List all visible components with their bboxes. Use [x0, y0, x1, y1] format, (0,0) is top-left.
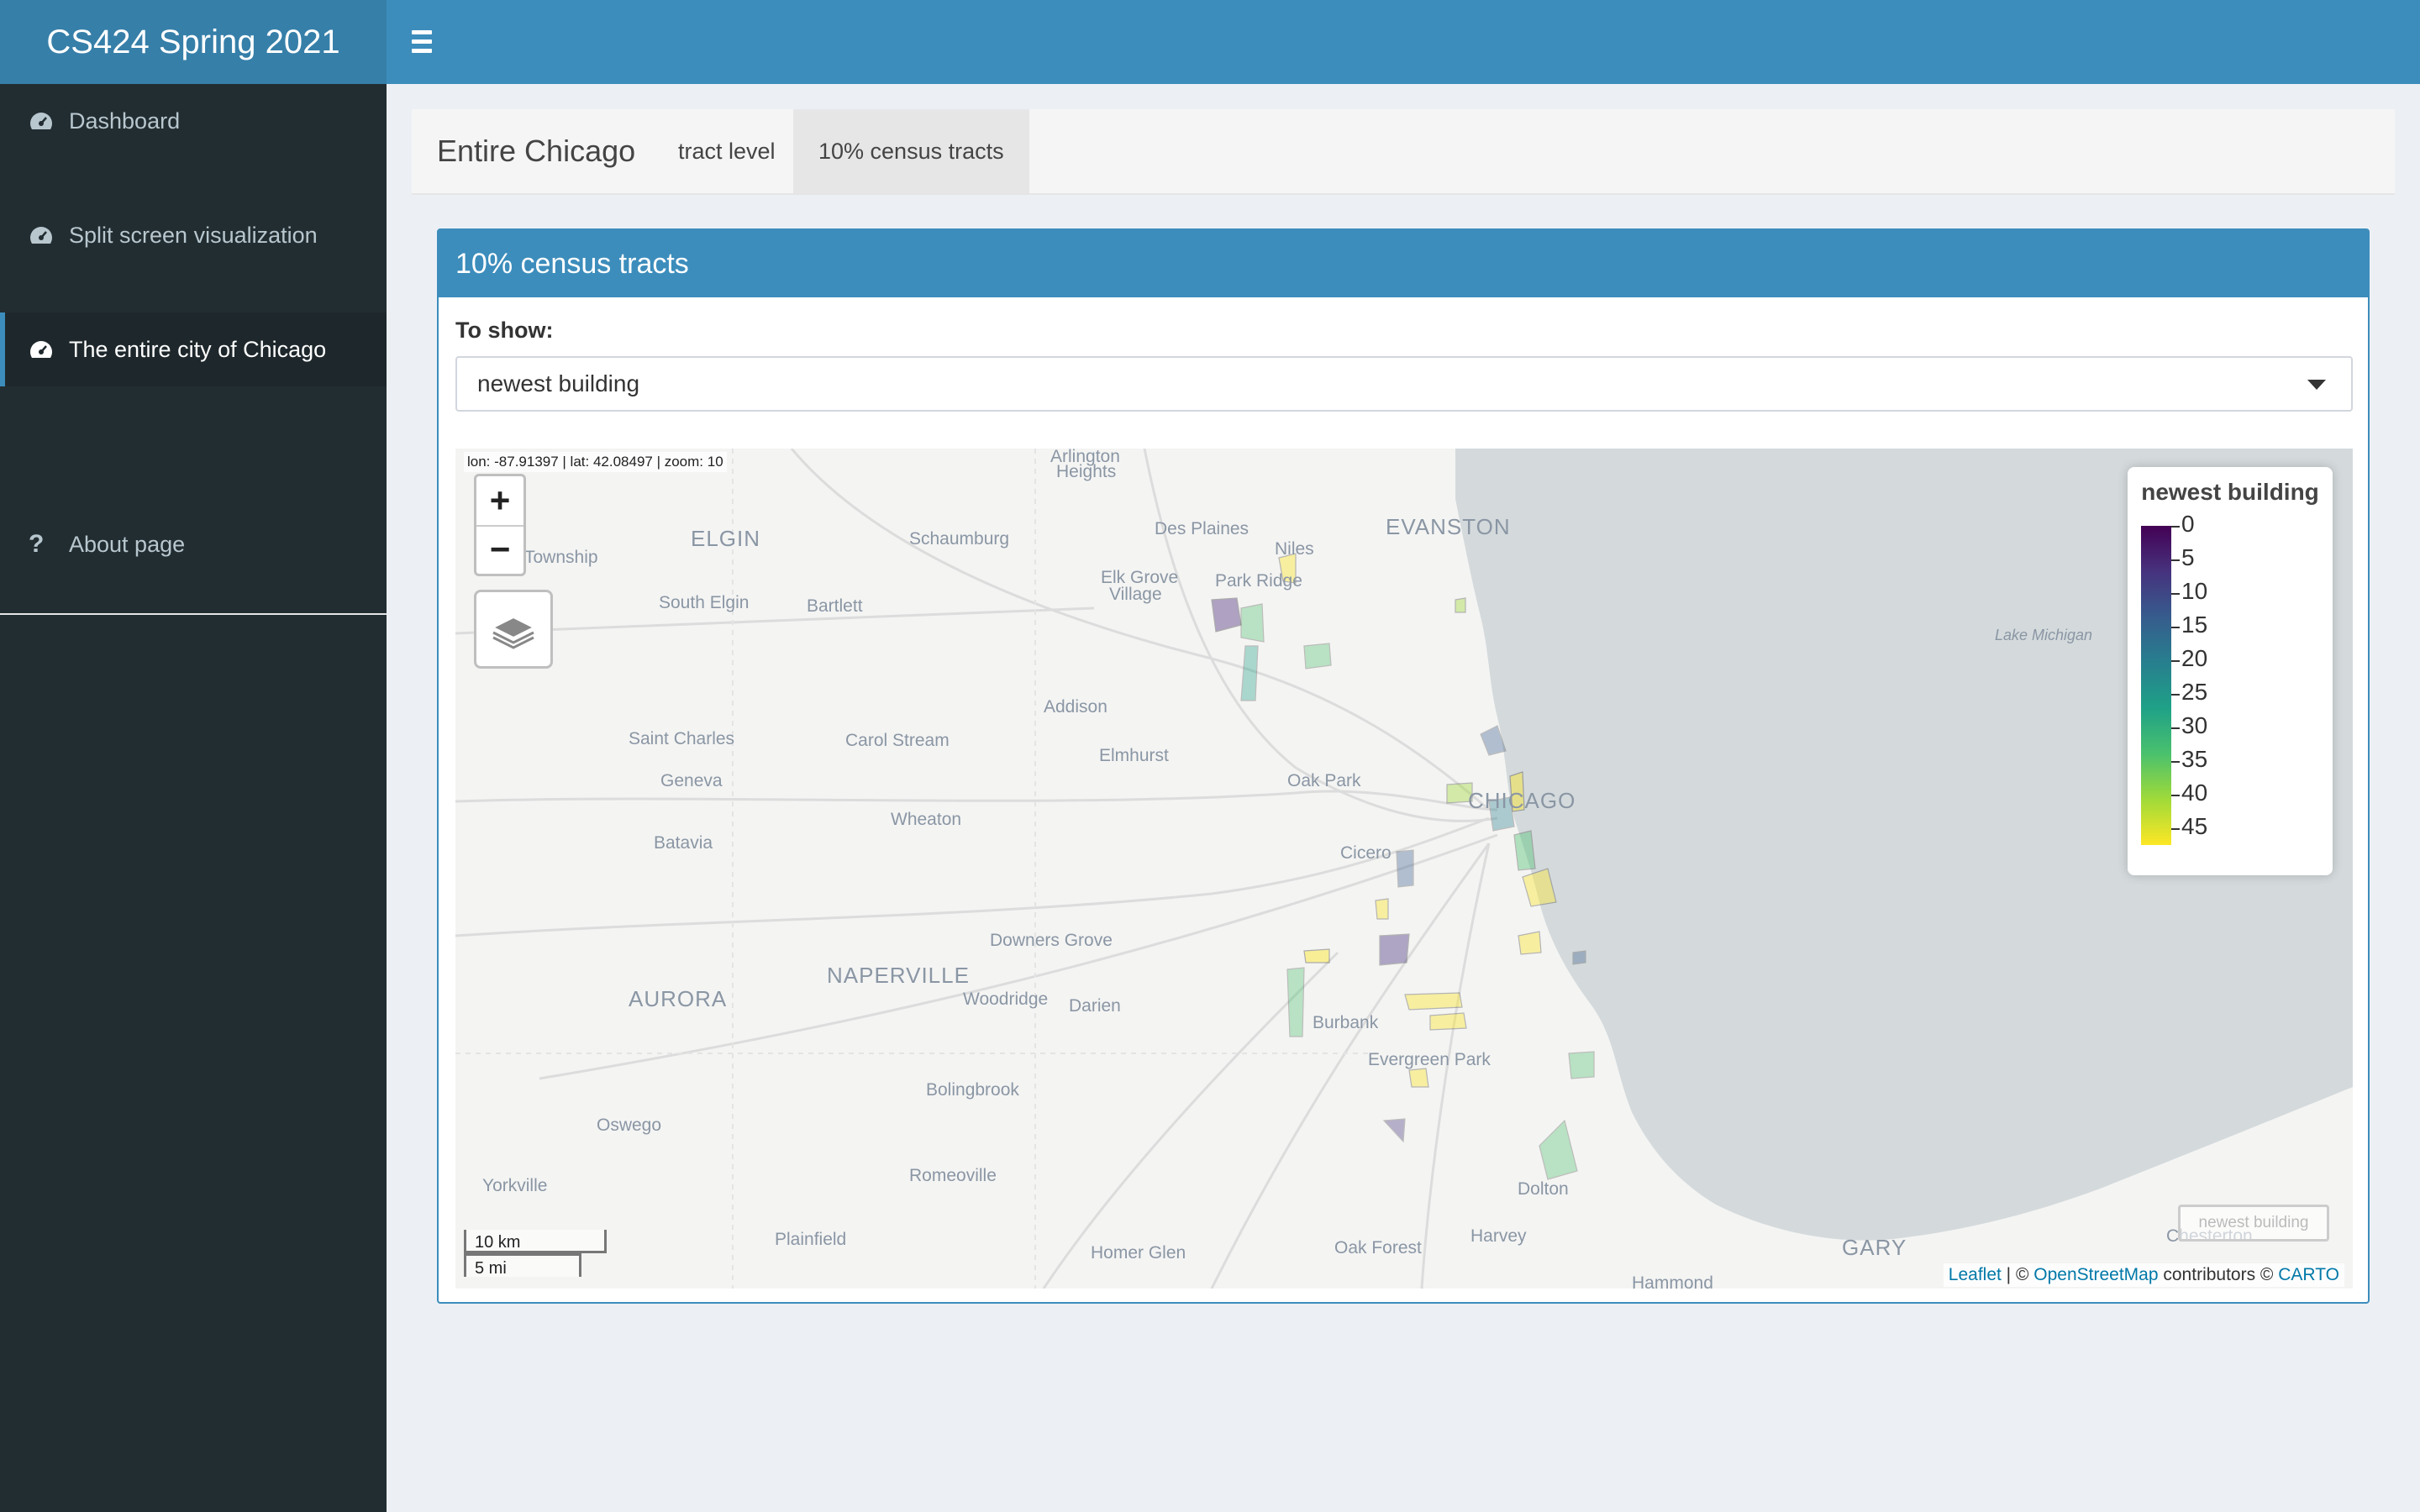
- place-label: Bolingbrook: [926, 1080, 1019, 1100]
- tab-10-percent-census-tracts[interactable]: 10% census tracts: [793, 109, 1029, 193]
- place-label: South Elgin: [659, 593, 750, 612]
- sidebar-divider: [0, 613, 387, 615]
- place-label: Des Plaines: [1155, 519, 1249, 538]
- legend-tick-label: 40: [2181, 780, 2208, 806]
- sidebar-item-dashboard[interactable]: Dashboard: [0, 84, 387, 158]
- tabbox: Entire Chicago tract level 10% census tr…: [412, 109, 2395, 195]
- place-label: Hammond: [1632, 1273, 1713, 1289]
- attribution-text: contributors ©: [2158, 1265, 2279, 1284]
- place-label: Woodridge: [963, 990, 1049, 1009]
- dashboard-icon: [29, 312, 59, 386]
- chevron-down-icon: [2307, 380, 2326, 390]
- top-navbar: [387, 0, 2420, 84]
- sidebar-item-entire-city[interactable]: The entire city of Chicago: [0, 312, 387, 386]
- place-label: Lake Michigan: [1995, 627, 2093, 643]
- legend-tick-label: 20: [2181, 645, 2208, 671]
- app-title[interactable]: CS424 Spring 2021: [0, 0, 387, 84]
- dashboard-icon: [29, 84, 59, 158]
- place-label: Plainfield: [775, 1230, 847, 1249]
- sidebar-item-label: Split screen visualization: [69, 223, 318, 248]
- place-label: Dolton: [1518, 1179, 1569, 1199]
- place-label: Park Ridge: [1215, 571, 1302, 591]
- place-label: Downers Grove: [990, 931, 1113, 950]
- map-basemap: [455, 449, 2353, 1289]
- select-value: newest building: [477, 370, 640, 396]
- legend-color-bar: [2141, 526, 2171, 845]
- place-label: ELGIN: [691, 526, 761, 551]
- map-scale: 10 km 5 mi: [464, 1230, 607, 1278]
- legend-tick-label: 10: [2181, 578, 2208, 604]
- place-label: Batavia: [654, 833, 713, 853]
- place-label: Village: [1109, 585, 1162, 604]
- place-label: Addison: [1044, 697, 1107, 717]
- dashboard-icon: [29, 198, 59, 272]
- place-label: Harvey: [1470, 1226, 1527, 1246]
- place-label: AURORA: [629, 986, 728, 1011]
- minimap-toggle-button[interactable]: newest building: [2178, 1205, 2329, 1242]
- place-label: Oak Park: [1287, 771, 1361, 790]
- legend-tick-label: 5: [2181, 544, 2195, 570]
- place-label: Elmhurst: [1099, 746, 1169, 765]
- place-label: Darien: [1069, 996, 1121, 1016]
- place-label: GARY: [1842, 1235, 1907, 1260]
- sidebar-item-label: About page: [69, 532, 186, 557]
- place-label: Burbank: [1313, 1013, 1379, 1032]
- place-label: Geneva: [660, 771, 723, 790]
- place-label: Heights: [1056, 462, 1117, 481]
- place-label: Homer Glen: [1091, 1243, 1186, 1263]
- legend-tick-label: 35: [2181, 746, 2208, 772]
- zoom-in-button[interactable]: +: [476, 476, 523, 527]
- place-label: CHICAGO: [1468, 788, 1576, 813]
- scale-imperial: 5 mi: [464, 1253, 581, 1278]
- question-icon: ?: [29, 530, 45, 558]
- place-label: Niles: [1275, 539, 1314, 559]
- legend-tick-label: 0: [2181, 511, 2195, 537]
- legend-ticks: 0 5 10 15 20 25 30 35 40 45: [2171, 511, 2323, 862]
- sidebar-item-label: Dashboard: [69, 108, 181, 134]
- legend-tick-label: 15: [2181, 612, 2208, 638]
- map[interactable]: Arlington Heights Des Plaines Niles EVAN…: [455, 449, 2353, 1289]
- attribution-separator: | ©: [2001, 1265, 2034, 1284]
- place-label: Oswego: [597, 1116, 662, 1135]
- place-label: Carol Stream: [845, 731, 950, 750]
- sidebar-item-label: The entire city of Chicago: [69, 337, 327, 362]
- place-label: Wheaton: [891, 810, 962, 829]
- place-label: Oak Forest: [1334, 1238, 1422, 1257]
- legend-title: newest building: [2141, 479, 2319, 505]
- place-label: Cicero: [1340, 843, 1392, 863]
- show-variable-select[interactable]: newest building: [455, 356, 2353, 412]
- layers-control-button[interactable]: [474, 590, 553, 669]
- carto-link[interactable]: CARTO: [2278, 1265, 2339, 1284]
- tab-tract-level[interactable]: tract level: [653, 109, 801, 193]
- place-label: Bartlett: [807, 596, 863, 616]
- place-label: Saint Charles: [629, 729, 735, 748]
- legend-tick-label: 45: [2181, 813, 2208, 839]
- legend-tick-label: 30: [2181, 712, 2208, 738]
- select-label: To show:: [455, 318, 554, 343]
- map-attribution: Leaflet | © OpenStreetMap contributors ©…: [1943, 1263, 2344, 1287]
- place-label: EVANSTON: [1386, 514, 1511, 539]
- place-label: Yorkville: [482, 1176, 548, 1195]
- place-label: Romeoville: [909, 1166, 997, 1185]
- place-label: Schaumburg: [909, 529, 1010, 549]
- legend-tick-label: 25: [2181, 679, 2208, 705]
- openstreetmap-link[interactable]: OpenStreetMap: [2033, 1265, 2158, 1284]
- mouse-position-readout: lon: -87.91397 | lat: 42.08497 | zoom: 1…: [464, 452, 727, 472]
- zoom-control: + −: [474, 474, 526, 576]
- sidebar-item-about[interactable]: ? About page: [0, 507, 387, 581]
- sidebar-item-split-screen[interactable]: Split screen visualization: [0, 198, 387, 272]
- census-tracts-panel: 10% census tracts To show: newest buildi…: [437, 228, 2370, 1304]
- place-label: Evergreen Park: [1368, 1050, 1491, 1069]
- scale-metric: 10 km: [464, 1230, 607, 1253]
- place-label: NAPERVILLE: [827, 963, 970, 988]
- leaflet-link[interactable]: Leaflet: [1949, 1265, 2002, 1284]
- sidebar: Dashboard Split screen visualization The…: [0, 84, 387, 1512]
- place-label: Township: [524, 548, 598, 567]
- layers-icon: [491, 616, 536, 649]
- panel-title: 10% census tracts: [439, 230, 2368, 297]
- map-legend: newest building 0 5 10 15 20 25 30 35 40…: [2128, 467, 2333, 875]
- zoom-out-button[interactable]: −: [476, 525, 523, 574]
- tabbox-title: Entire Chicago: [437, 134, 636, 168]
- sidebar-toggle-icon[interactable]: [412, 30, 447, 55]
